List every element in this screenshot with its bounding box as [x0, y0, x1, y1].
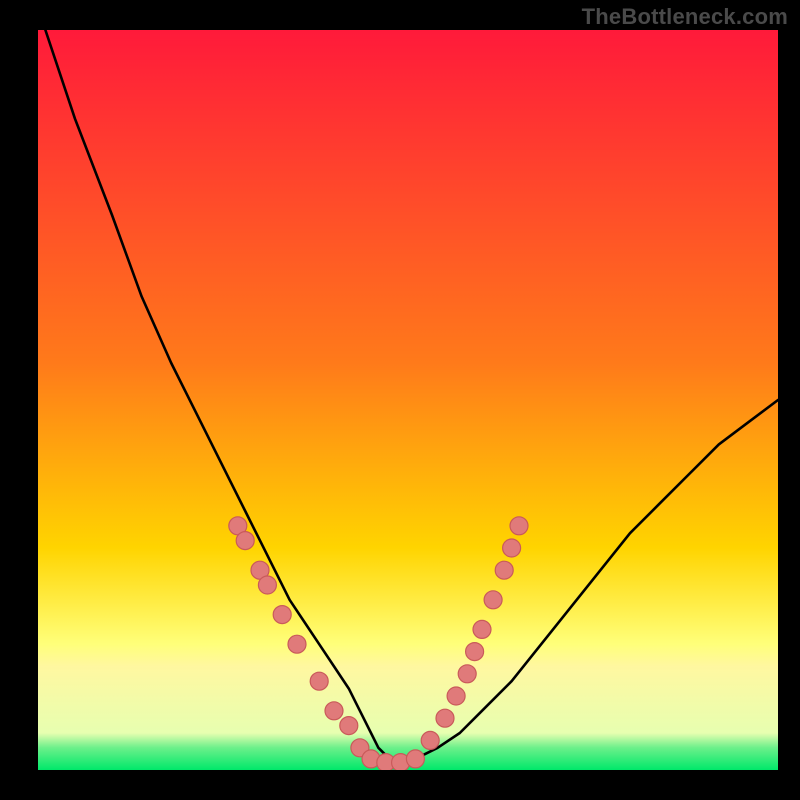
bottleneck-chart-svg — [0, 0, 800, 800]
curve-marker — [288, 635, 306, 653]
curve-marker — [484, 591, 502, 609]
frame-left — [0, 0, 38, 800]
plot-background — [38, 30, 778, 770]
curve-marker — [273, 606, 291, 624]
curve-marker — [447, 687, 465, 705]
frame-bottom — [0, 770, 800, 800]
curve-marker — [421, 731, 439, 749]
curve-marker — [236, 532, 254, 550]
curve-marker — [340, 717, 358, 735]
curve-marker — [473, 620, 491, 638]
frame-right — [778, 0, 800, 800]
curve-marker — [436, 709, 454, 727]
curve-marker — [325, 702, 343, 720]
curve-marker — [510, 517, 528, 535]
curve-marker — [466, 643, 484, 661]
curve-marker — [503, 539, 521, 557]
curve-marker — [458, 665, 476, 683]
watermark-text: TheBottleneck.com — [582, 4, 788, 30]
chart-stage: TheBottleneck.com — [0, 0, 800, 800]
curve-marker — [258, 576, 276, 594]
curve-marker — [310, 672, 328, 690]
curve-marker — [495, 561, 513, 579]
curve-marker — [406, 750, 424, 768]
